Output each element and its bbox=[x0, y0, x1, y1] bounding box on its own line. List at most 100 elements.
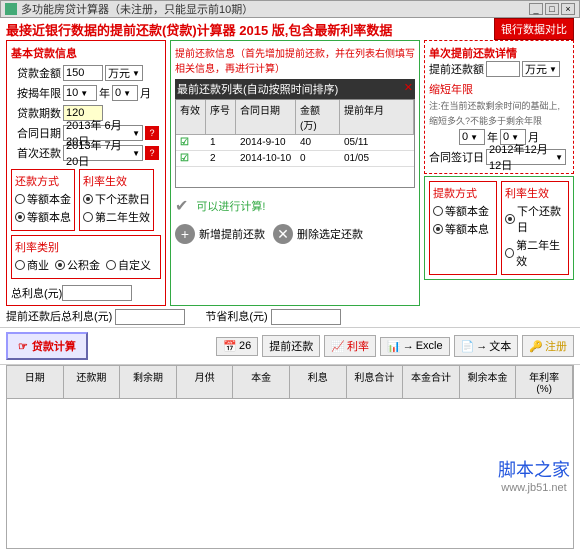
titlebar: 多功能房贷计算器（未注册，只能显示前10期） _ □ × bbox=[0, 0, 580, 18]
del-prepay-button[interactable]: ✕删除选定还款 bbox=[273, 224, 363, 244]
years-unit: 年 bbox=[99, 85, 110, 101]
equal-principal-radio[interactable] bbox=[15, 194, 25, 204]
minimize-button[interactable]: _ bbox=[529, 3, 543, 15]
app-icon bbox=[5, 3, 17, 15]
add-prepay-button[interactable]: +新增提前还款 bbox=[175, 224, 265, 244]
contract-date-label: 合同日期 bbox=[11, 125, 61, 141]
excel-icon: 📊 bbox=[387, 340, 401, 353]
rt-nextpay-radio[interactable] bbox=[505, 214, 515, 224]
next-pay-radio[interactable] bbox=[83, 194, 93, 204]
loan-unit-select[interactable]: 万元 bbox=[105, 65, 143, 81]
rt-principal-radio[interactable] bbox=[433, 206, 443, 216]
first-pay-picker[interactable]: 2013年 7月20日 bbox=[63, 145, 143, 161]
col-ym: 提前年月 bbox=[340, 100, 414, 134]
prepay-unit-select[interactable]: 万元 bbox=[522, 61, 560, 77]
gh-date: 日期 bbox=[7, 366, 64, 398]
col-valid: 有效 bbox=[176, 100, 206, 134]
shorten-years[interactable]: 0 bbox=[459, 129, 485, 145]
after-interest-output bbox=[115, 309, 185, 325]
fund-radio[interactable] bbox=[55, 260, 65, 270]
basic-loan-panel: 基本贷款信息 贷款金额 万元 按揭年限 10 年 0 月 贷款期数 合同日期 2… bbox=[6, 40, 166, 306]
next-year-radio[interactable] bbox=[83, 212, 93, 222]
period-num-button[interactable]: 📅26 bbox=[216, 337, 258, 356]
calendar-icon: 📅 bbox=[223, 340, 237, 353]
chart-icon: 📈 bbox=[331, 340, 345, 353]
commercial-radio[interactable] bbox=[15, 260, 25, 270]
result-grid-header: 日期 还款期 剩余期 月供 本金 利息 利息合计 本金合计 剩余本金 年利率(%… bbox=[6, 365, 574, 399]
maximize-button[interactable]: □ bbox=[545, 3, 559, 15]
rt-contract-label: 合同签订日 bbox=[429, 149, 484, 165]
col-seq: 序号 bbox=[206, 100, 236, 134]
excel-button[interactable]: 📊→Excle bbox=[380, 337, 450, 356]
save-interest-label: 节省利息(元) bbox=[205, 311, 267, 323]
banner: 最接近银行数据的提前还款(贷款)计算器 2015 版,包含最新利率数据 银行数据… bbox=[0, 18, 580, 40]
watermark: 脚本之家 www.jb51.net bbox=[498, 456, 570, 494]
gh-period: 还款期 bbox=[64, 366, 121, 398]
banner-text: 最接近银行数据的提前还款(贷款)计算器 2015 版,包含最新利率数据 bbox=[6, 20, 494, 39]
single-prepay-panel: 单次提前还款详情 提前还款额 万元 缩短年限 注:在当前还款剩余时间的基础上, 缩… bbox=[424, 40, 574, 306]
basic-loan-title: 基本贷款信息 bbox=[11, 45, 161, 61]
rt-repay-group: 提款方式 等额本金 等额本息 bbox=[429, 181, 497, 275]
rate-category-title: 利率类别 bbox=[15, 239, 157, 255]
prepay-hint: 提前还款信息（首先增加提前还款，并在列表右侧填写相关信息，再进行计算） bbox=[175, 45, 415, 75]
check-icon: ✔ bbox=[175, 196, 188, 216]
rt-rate-group: 利率生效 下个还款日 第二年生效 bbox=[501, 181, 569, 275]
gh-remain-period: 剩余期 bbox=[120, 366, 177, 398]
rate-category-group: 利率类别 商业 公积金 自定义 bbox=[11, 235, 161, 279]
key-icon: 🔑 bbox=[529, 340, 543, 353]
years-label: 按揭年限 bbox=[11, 85, 61, 101]
prepay-amt-input[interactable] bbox=[486, 61, 520, 77]
periods-label: 贷款期数 bbox=[11, 105, 61, 121]
save-interest-output bbox=[271, 309, 341, 325]
rate-button[interactable]: 📈利率 bbox=[324, 335, 376, 357]
equal-installment-radio[interactable] bbox=[15, 212, 25, 222]
contract-help-button[interactable]: ? bbox=[145, 126, 159, 140]
toolbar: ☞贷款计算 📅26 提前还款 📈利率 📊→Excle 📄→文本 🔑注册 bbox=[0, 327, 580, 365]
gh-principal: 本金 bbox=[233, 366, 290, 398]
gh-remain-principal: 剩余本金 bbox=[460, 366, 517, 398]
col-amt: 金额(万) bbox=[296, 100, 340, 134]
shorten-label: 缩短年限 bbox=[429, 81, 569, 97]
prepay-amt-label: 提前还款额 bbox=[429, 61, 484, 77]
gh-interest-sum: 利息合计 bbox=[347, 366, 404, 398]
rt-contract-picker[interactable]: 2012年12月12日 bbox=[486, 149, 566, 165]
bank-compare-button[interactable]: 银行数据对比 bbox=[494, 18, 574, 40]
table-row[interactable]: ☑ 2 2014-10-10 0 01/05 bbox=[176, 151, 414, 167]
custom-radio[interactable] bbox=[106, 260, 116, 270]
repay-method-title: 还款方式 bbox=[15, 173, 71, 189]
text-icon: 📄 bbox=[461, 340, 475, 353]
after-interest-label: 提前还款后总利息(元) bbox=[6, 311, 112, 323]
single-prepay-title: 单次提前还款详情 bbox=[429, 45, 569, 61]
prepay-table: 有效 序号 合同日期 金额(万) 提前年月 ☑ 1 2014-9-10 40 0… bbox=[175, 99, 415, 188]
rate-effect-group: 利率生效 下个还款日 第二年生效 bbox=[79, 169, 154, 231]
register-button[interactable]: 🔑注册 bbox=[522, 335, 574, 357]
calculate-button[interactable]: ☞贷款计算 bbox=[6, 332, 88, 360]
table-row[interactable]: ☑ 1 2014-9-10 40 05/11 bbox=[176, 135, 414, 151]
close-button[interactable]: × bbox=[561, 3, 575, 15]
shorten-hint1: 注:在当前还款剩余时间的基础上, bbox=[429, 99, 569, 112]
window-title: 多功能房贷计算器（未注册，只能显示前10期） bbox=[21, 1, 529, 17]
watermark-url: www.jb51.net bbox=[498, 482, 570, 494]
hand-icon: ☞ bbox=[18, 340, 28, 353]
text-button[interactable]: 📄→文本 bbox=[454, 335, 519, 357]
prepay-button[interactable]: 提前还款 bbox=[262, 335, 320, 357]
plus-icon: + bbox=[175, 224, 195, 244]
rt-installment-radio[interactable] bbox=[433, 224, 443, 234]
months-select[interactable]: 0 bbox=[112, 85, 138, 101]
gh-principal-sum: 本金合计 bbox=[403, 366, 460, 398]
col-date: 合同日期 bbox=[236, 100, 296, 134]
result-grid-body[interactable] bbox=[6, 399, 574, 549]
gh-monthly: 月供 bbox=[177, 366, 234, 398]
loan-amount-label: 贷款金额 bbox=[11, 65, 61, 81]
shorten-hint2: 缩短多久?不能多于剩余年限 bbox=[429, 114, 569, 127]
total-interest-output bbox=[62, 285, 132, 301]
total-interest-label: 总利息(元) bbox=[11, 285, 62, 301]
x-icon: ✕ bbox=[273, 224, 293, 244]
rate-effect-title: 利率生效 bbox=[83, 173, 150, 189]
rt-nextyear-radio[interactable] bbox=[505, 248, 514, 258]
repay-method-group: 还款方式 等额本金 等额本息 bbox=[11, 169, 75, 231]
years-select[interactable]: 10 bbox=[63, 85, 97, 101]
first-pay-label: 首次还款 bbox=[11, 145, 61, 161]
loan-amount-input[interactable] bbox=[63, 65, 103, 81]
first-help-button[interactable]: ? bbox=[145, 146, 159, 160]
